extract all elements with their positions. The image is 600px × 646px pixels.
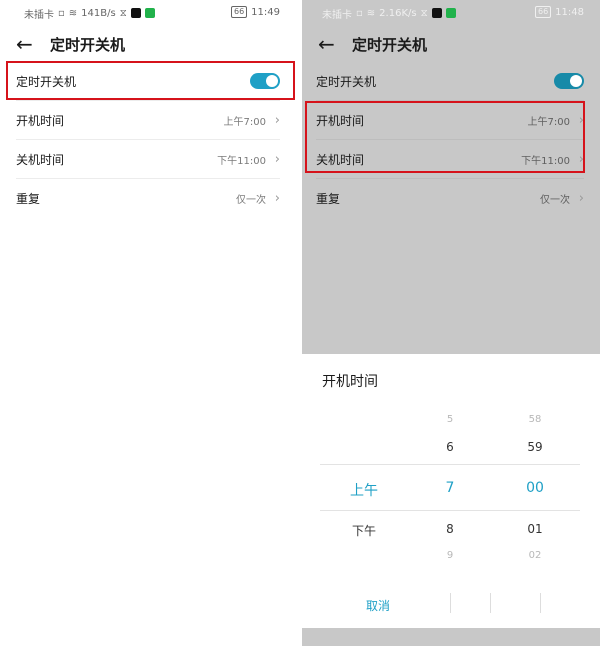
schedule-power-switch[interactable] xyxy=(554,73,584,89)
ampm-selected[interactable]: 上午 xyxy=(334,480,394,500)
status-time: 11:49 xyxy=(251,6,280,18)
carrier-text: 未插卡 xyxy=(322,9,352,21)
power-on-time-value: 上午7:00 xyxy=(223,116,266,128)
tiktok-icon xyxy=(130,8,141,18)
back-arrow-icon[interactable]: ← xyxy=(318,34,344,54)
divider xyxy=(450,593,451,613)
row-label: 重复 xyxy=(16,192,41,206)
repeat-value: 仅一次 xyxy=(540,195,570,206)
minute-option[interactable]: 01 xyxy=(505,522,565,536)
alarm-icon: ⧖ xyxy=(119,7,127,19)
repeat-row[interactable]: 重复 仅一次 › xyxy=(16,179,280,218)
picker-title: 开机时间 xyxy=(322,374,378,390)
alarm-icon: ⧖ xyxy=(420,7,428,19)
hour-option[interactable]: 5 xyxy=(420,414,480,425)
page-title: 定时开关机 xyxy=(352,35,428,54)
app-bar: ← 定时开关机 xyxy=(302,26,600,62)
switch-knob xyxy=(570,75,582,87)
wifi-icon: ≋ xyxy=(366,7,376,19)
divider xyxy=(490,593,491,613)
chevron-right-icon: › xyxy=(274,151,280,167)
battery-icon: 66 xyxy=(230,6,248,18)
highlight-box xyxy=(305,101,585,173)
hour-selected[interactable]: 7 xyxy=(420,480,480,496)
chevron-right-icon: › xyxy=(274,191,280,206)
hour-option[interactable]: 9 xyxy=(420,550,480,561)
right-screen: 未插卡 ▫ ≋ 2.16K/s ⧖ 66 11:48 ← 定时开关机 定时开关机… xyxy=(302,0,600,646)
app-bar: ← 定时开关机 xyxy=(0,26,296,62)
minute-option[interactable]: 02 xyxy=(505,550,565,561)
minute-option[interactable]: 59 xyxy=(505,440,565,454)
network-speed: 141B/s xyxy=(81,7,116,19)
selection-line-top xyxy=(320,464,580,465)
divider xyxy=(540,593,541,613)
page-title: 定时开关机 xyxy=(50,35,126,54)
row-label: 关机时间 xyxy=(16,152,65,167)
schedule-power-toggle-row[interactable]: 定时开关机 xyxy=(316,62,584,101)
back-arrow-icon[interactable]: ← xyxy=(16,34,42,54)
sim-icon: ▫ xyxy=(356,7,363,19)
battery-icon: 66 xyxy=(534,6,552,18)
minute-selected[interactable]: 00 xyxy=(505,480,565,496)
repeat-value: 仅一次 xyxy=(236,195,266,206)
minute-option[interactable]: 58 xyxy=(505,414,565,425)
row-label: 重复 xyxy=(316,192,341,206)
wechat-icon xyxy=(445,8,456,18)
wechat-icon xyxy=(144,8,155,18)
cancel-button[interactable]: 取消 xyxy=(366,597,390,614)
status-time: 11:48 xyxy=(555,6,584,18)
status-bar: 未插卡 ▫ ≋ 141B/s ⧖ 66 11:49 xyxy=(0,0,296,26)
carrier-text: 未插卡 xyxy=(24,9,54,21)
hour-option[interactable]: 8 xyxy=(420,522,480,536)
row-label: 开机时间 xyxy=(16,113,65,128)
repeat-row[interactable]: 重复 仅一次 › xyxy=(316,179,584,218)
left-screen: 未插卡 ▫ ≋ 141B/s ⧖ 66 11:49 ← 定时开关机 定时开关机 … xyxy=(0,0,296,646)
row-label: 定时开关机 xyxy=(316,74,377,89)
wifi-icon: ≋ xyxy=(68,7,78,19)
power-off-time-row[interactable]: 关机时间 下午11:00 › xyxy=(16,140,280,179)
chevron-right-icon: › xyxy=(274,112,280,128)
ampm-option[interactable]: 下午 xyxy=(334,522,394,539)
hour-option[interactable]: 6 xyxy=(420,440,480,454)
network-speed: 2.16K/s xyxy=(379,7,417,19)
tiktok-icon xyxy=(431,8,442,18)
chevron-right-icon: › xyxy=(578,191,584,206)
sim-icon: ▫ xyxy=(58,7,65,19)
highlight-box xyxy=(6,61,295,100)
power-on-time-row[interactable]: 开机时间 上午7:00 › xyxy=(16,101,280,140)
status-bar: 未插卡 ▫ ≋ 2.16K/s ⧖ 66 11:48 xyxy=(302,0,600,26)
power-off-time-value: 下午11:00 xyxy=(217,155,266,167)
selection-line-bottom xyxy=(320,510,580,511)
time-picker-sheet: 开机时间 5 6 7 8 9 58 59 00 01 02 上午 下午 取消 xyxy=(302,354,600,628)
